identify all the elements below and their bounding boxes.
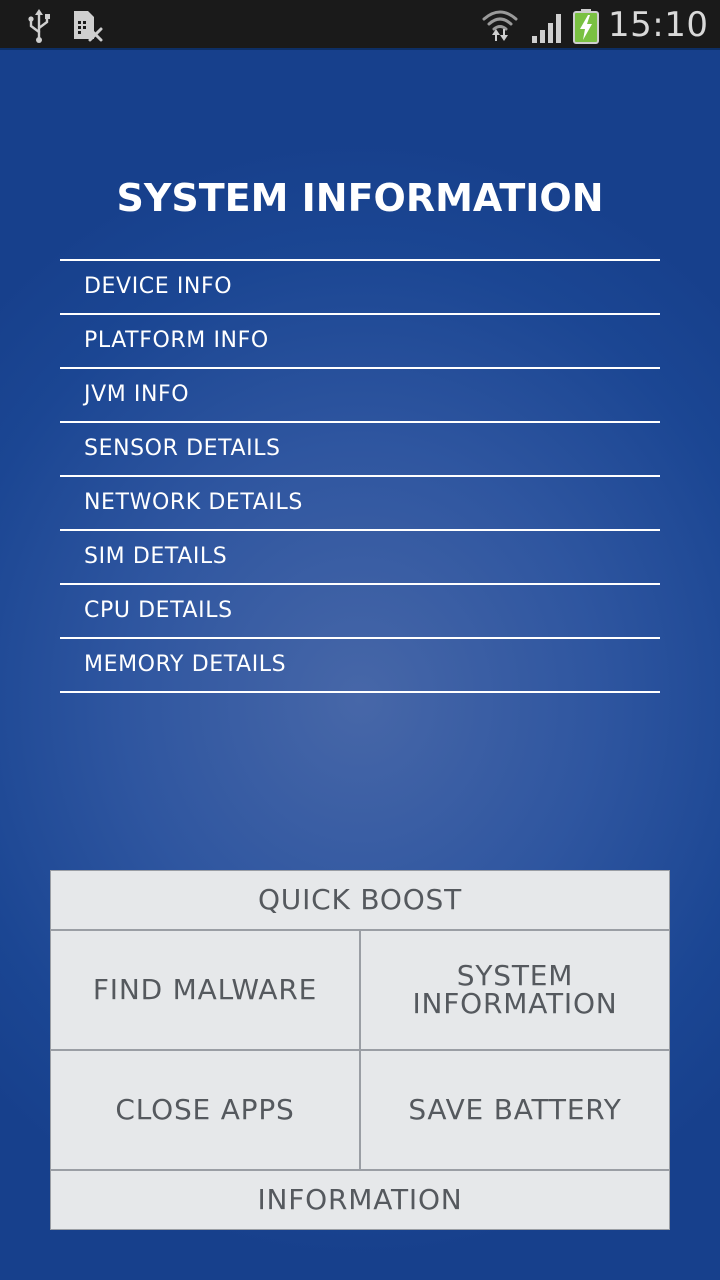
list-item-sensor-details[interactable]: SENSOR DETAILS bbox=[60, 423, 660, 477]
find-malware-button[interactable]: FIND MALWARE bbox=[50, 930, 360, 1050]
save-battery-button[interactable]: SAVE BATTERY bbox=[360, 1050, 670, 1170]
information-button[interactable]: INFORMATION bbox=[50, 1170, 670, 1230]
usb-icon bbox=[28, 9, 50, 43]
quick-boost-button[interactable]: QUICK BOOST bbox=[50, 870, 670, 930]
wifi-icon bbox=[482, 10, 518, 41]
status-clock: 15:10 bbox=[608, 5, 709, 45]
list-item-network-details[interactable]: NETWORK DETAILS bbox=[60, 477, 660, 531]
close-apps-button[interactable]: CLOSE APPS bbox=[50, 1050, 360, 1170]
list-item-cpu-details[interactable]: CPU DETAILS bbox=[60, 585, 660, 639]
list-item-platform-info[interactable]: PLATFORM INFO bbox=[60, 315, 660, 369]
page-title: SYSTEM INFORMATION bbox=[116, 176, 604, 220]
list-item-jvm-info[interactable]: JVM INFO bbox=[60, 369, 660, 423]
system-information-button-label: SYSTEM INFORMATION bbox=[412, 959, 618, 1020]
list-item-memory-details[interactable]: MEMORY DETAILS bbox=[60, 639, 660, 693]
battery-charging-icon bbox=[573, 9, 599, 44]
action-button-panel: QUICK BOOST FIND MALWARE SYSTEM INFORMAT… bbox=[50, 870, 670, 1230]
sim-missing-icon bbox=[74, 11, 103, 42]
signal-icon bbox=[532, 14, 561, 43]
system-information-button[interactable]: SYSTEM INFORMATION bbox=[360, 930, 670, 1050]
list-item-device-info[interactable]: DEVICE INFO bbox=[60, 261, 660, 315]
info-list: DEVICE INFO PLATFORM INFO JVM INFO SENSO… bbox=[60, 259, 660, 693]
list-item-sim-details[interactable]: SIM DETAILS bbox=[60, 531, 660, 585]
status-bar: 15:10 bbox=[0, 0, 720, 50]
